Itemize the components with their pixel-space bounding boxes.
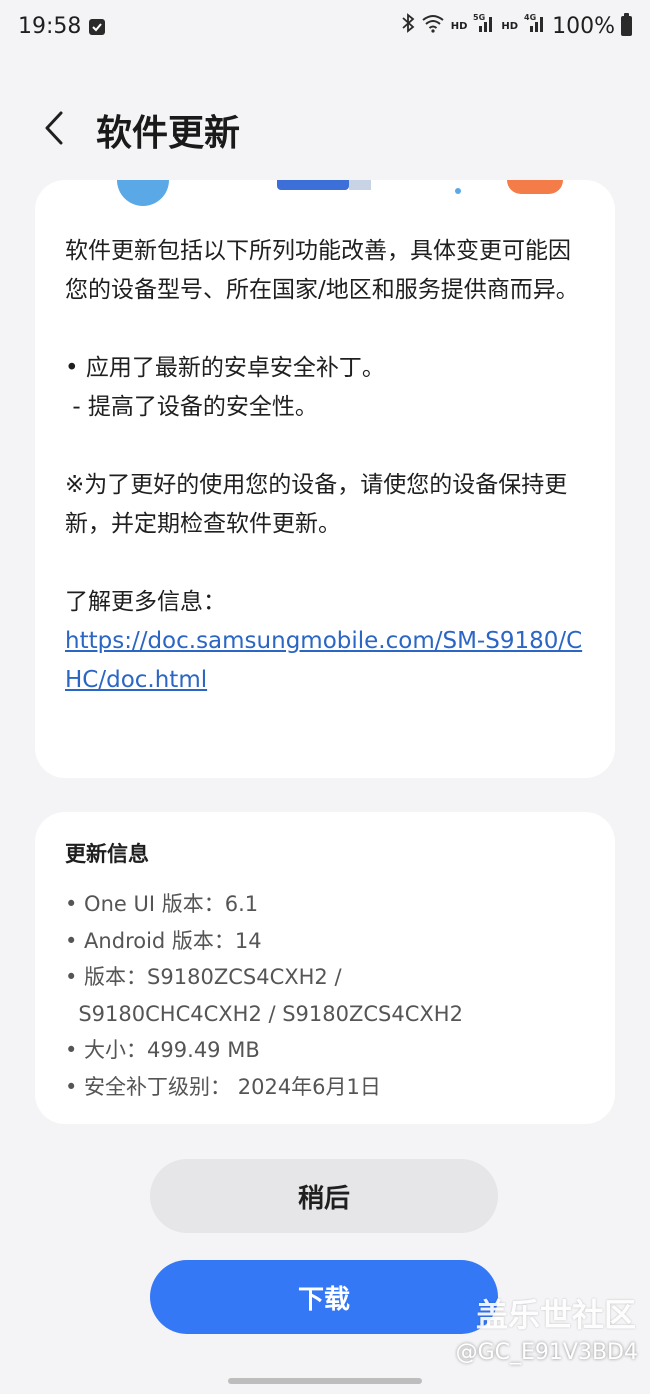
update-info-card: 更新信息 • One UI 版本：6.1 • Android 版本：14 • 版… (35, 812, 615, 1124)
battery-icon (621, 13, 632, 36)
home-indicator[interactable] (228, 1378, 422, 1384)
chevron-left-icon (45, 111, 63, 145)
watermark-brand: 盖乐世社区 (475, 1296, 636, 1334)
hd-label-2: HD (501, 20, 519, 32)
status-bar: 19:58 HD 5G HD 4G 100% (0, 0, 650, 60)
decorative-graphic (349, 180, 371, 190)
notes-reminder: ※为了更好的使用您的设备，请使您的设备保持更新，并定期检查软件更新。 (65, 472, 568, 537)
info-item-size: • 大小：499.49 MB (65, 1038, 260, 1062)
decorative-graphic (117, 180, 169, 206)
status-time: 19:58 (18, 14, 82, 39)
decorative-graphic (277, 180, 349, 190)
svg-text:4G: 4G (524, 13, 536, 22)
wifi-icon (421, 13, 445, 39)
bluetooth-icon (401, 13, 415, 39)
notes-bullet: • 应用了最新的安卓安全补丁。 (65, 355, 385, 381)
watermark-user: @GC_E91V3BD4 (455, 1340, 638, 1365)
update-info-title: 更新信息 (65, 842, 149, 866)
release-notes-card: 软件更新包括以下所列功能改善，具体变更可能因您的设备型号、所在国家/地区和服务提… (35, 180, 615, 778)
info-item-build: • 版本：S9180ZCS4CXH2 / (65, 965, 342, 989)
decorative-graphic (507, 180, 563, 194)
more-info-link[interactable]: https://doc.samsungmobile.com/SM-S9180/C… (65, 622, 590, 700)
notes-intro: 软件更新包括以下所列功能改善，具体变更可能因您的设备型号、所在国家/地区和服务提… (65, 238, 579, 303)
info-item-security-patch: • 安全补丁级别： 2024年6月1日 (65, 1074, 381, 1099)
more-info-label: 了解更多信息： (65, 589, 226, 615)
release-notes-text: 软件更新包括以下所列功能改善，具体变更可能因您的设备型号、所在国家/地区和服务提… (65, 232, 590, 700)
back-button[interactable] (30, 100, 78, 156)
info-item-build-cont: S9180CHC4CXH2 / S9180ZCS4CXH2 (65, 1001, 463, 1026)
battery-percent: 100% (552, 13, 615, 39)
notes-bullet-detail: - 提高了设备的安全性。 (65, 394, 318, 420)
signal-5g-icon: 5G (473, 12, 495, 40)
app-header: 软件更新 (0, 90, 650, 170)
info-item-android: • Android 版本：14 (65, 928, 262, 953)
page-title: 软件更新 (96, 113, 241, 154)
later-button[interactable]: 稍后 (150, 1159, 498, 1233)
status-icons: HD 5G HD 4G 100% (401, 12, 632, 40)
info-item-oneui: • One UI 版本：6.1 (65, 892, 259, 916)
decorative-graphic (455, 188, 461, 194)
svg-text:5G: 5G (473, 13, 485, 22)
download-button[interactable]: 下载 (150, 1260, 498, 1334)
hd-label-1: HD (450, 20, 468, 32)
checkbox-icon (89, 19, 105, 35)
update-info-list: • One UI 版本：6.1 • Android 版本：14 • 版本：S91… (65, 886, 595, 1105)
signal-4g-icon: 4G (524, 12, 546, 40)
